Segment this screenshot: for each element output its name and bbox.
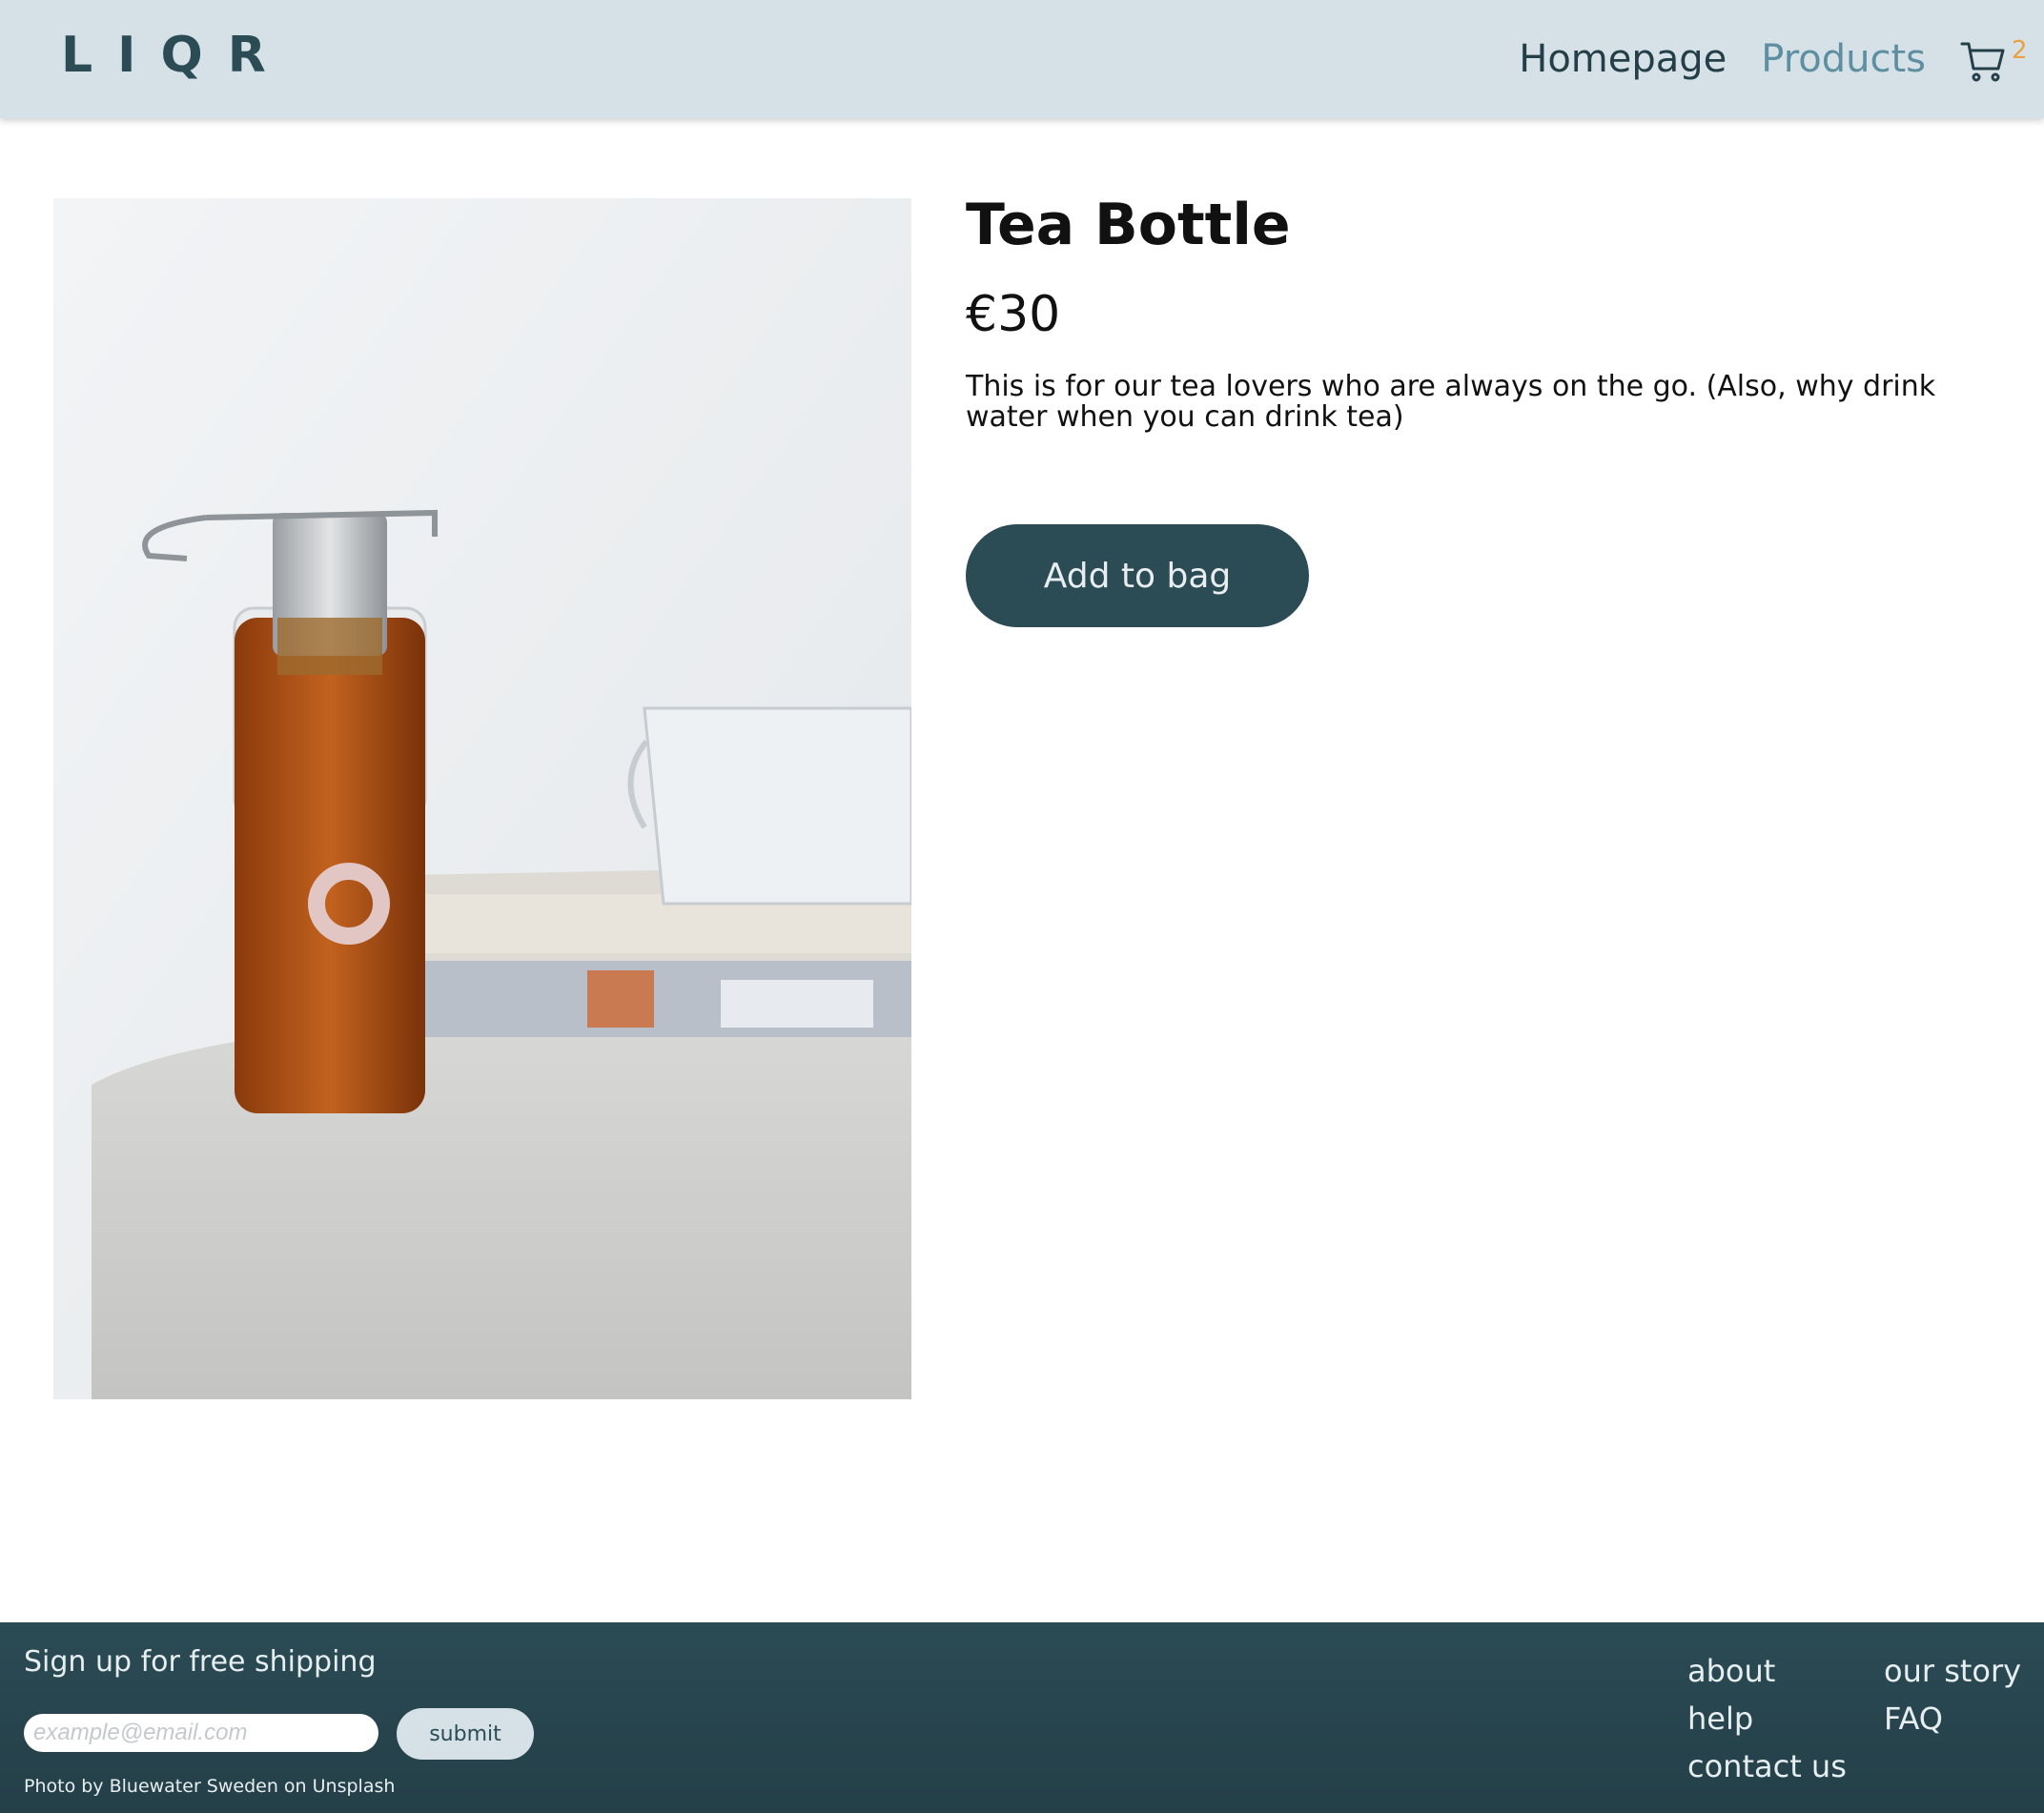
product-info: Tea Bottle €30 This is for our tea lover… bbox=[966, 189, 2014, 627]
main-nav: Homepage Products 2 bbox=[1519, 29, 2029, 90]
signup-title: Sign up for free shipping bbox=[24, 1645, 377, 1679]
product-image bbox=[53, 198, 911, 1399]
footer-links: about our story help FAQ contact us bbox=[1687, 1653, 2044, 1784]
product-title: Tea Bottle bbox=[966, 192, 1291, 258]
footer-link-help[interactable]: help bbox=[1687, 1701, 1884, 1737]
product-price: €30 bbox=[966, 286, 1061, 343]
tea-bottle-photo bbox=[53, 198, 911, 1399]
footer-link-our-story[interactable]: our story bbox=[1884, 1653, 2044, 1689]
cart-count-badge: 2 bbox=[2012, 36, 2028, 65]
nav-products[interactable]: Products bbox=[1761, 32, 1926, 86]
shopping-cart-icon bbox=[1960, 32, 2006, 88]
nav-homepage[interactable]: Homepage bbox=[1519, 32, 1727, 86]
footer-link-contact-us[interactable]: contact us bbox=[1687, 1748, 1884, 1784]
logo[interactable]: LIQR bbox=[61, 27, 291, 84]
site-header: LIQR Homepage Products 2 bbox=[0, 0, 2044, 118]
site-footer: Sign up for free shipping submit Photo b… bbox=[0, 1622, 2044, 1813]
email-input[interactable] bbox=[24, 1714, 378, 1752]
add-to-bag-button[interactable]: Add to bag bbox=[966, 524, 1309, 627]
submit-button[interactable]: submit bbox=[397, 1708, 534, 1760]
photo-credit: Photo by Bluewater Sweden on Unsplash bbox=[24, 1776, 396, 1797]
footer-link-faq[interactable]: FAQ bbox=[1884, 1701, 2044, 1737]
cart-button[interactable]: 2 bbox=[1960, 32, 2029, 86]
footer-link-about[interactable]: about bbox=[1687, 1653, 1884, 1689]
product-description: This is for our tea lovers who are alway… bbox=[966, 370, 1936, 434]
